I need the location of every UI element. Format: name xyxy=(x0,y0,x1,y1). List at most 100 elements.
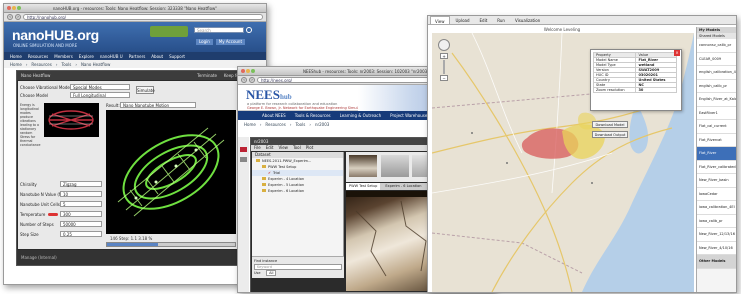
tree-item-label: Experim - 4 Location xyxy=(268,177,305,181)
nav-nanohub-u[interactable]: nanoHUB U xyxy=(100,54,123,59)
model-list-item[interactable]: english_calibration_4EI xyxy=(697,66,736,80)
search-icon[interactable] xyxy=(246,27,252,33)
menu-view[interactable]: View xyxy=(278,145,288,151)
nav-support[interactable]: Support xyxy=(169,54,185,59)
tab-visualization[interactable]: Visualization xyxy=(511,16,544,24)
chirality-select[interactable]: Zigzag xyxy=(60,181,102,187)
tab-view[interactable]: View xyxy=(430,16,450,24)
folder-icon xyxy=(262,165,266,168)
sidebar-icon[interactable] xyxy=(240,147,247,152)
tree-item[interactable]: Experim - 6 Location xyxy=(252,188,343,194)
model-list-item[interactable]: english_calib_pr xyxy=(697,79,736,93)
tab-upload[interactable]: Upload xyxy=(452,16,474,24)
unit-cells-field[interactable]: 5 xyxy=(60,201,102,207)
tree-item-label: NEES-2011-PWW_Experim... xyxy=(262,159,312,163)
breadcrumb-resources[interactable]: Resources xyxy=(31,62,51,67)
nanohub-logo[interactable]: nanoHUB.org xyxy=(12,27,99,43)
nav-about[interactable]: About xyxy=(151,54,163,59)
close-icon[interactable]: × xyxy=(674,50,680,56)
nav-members[interactable]: Members xyxy=(54,54,73,59)
nav-explore[interactable]: Explore xyxy=(79,54,94,59)
n-value-field[interactable]: 10 xyxy=(60,191,102,197)
nees-logo[interactable]: NEEShub xyxy=(246,87,292,103)
submodel-select[interactable]: Full Longitudinal xyxy=(70,92,130,98)
model-list-item[interactable]: Other Models xyxy=(697,255,736,269)
model-list-item[interactable]: New_River_4/10/16 xyxy=(697,241,736,255)
menu-edit[interactable]: Edit xyxy=(266,145,274,151)
steps-field[interactable]: 50000 xyxy=(60,221,102,227)
table-cell: 30 xyxy=(635,87,677,93)
breadcrumb-resources[interactable]: Resources xyxy=(265,122,285,127)
simulate-button[interactable]: Simulate xyxy=(136,86,155,94)
forward-icon[interactable]: › xyxy=(15,14,21,20)
model-list-item[interactable]: iowa_calibration_4EI xyxy=(697,201,736,215)
model-list-item[interactable]: IowaCedar xyxy=(697,187,736,201)
search-input[interactable]: Search xyxy=(194,27,244,33)
back-icon[interactable]: ‹ xyxy=(241,77,247,83)
breadcrumb-home[interactable]: Home xyxy=(244,122,256,127)
breadcrumb-tools[interactable]: Tools xyxy=(61,62,71,67)
terminate-button[interactable]: Terminate xyxy=(197,71,217,80)
model-list-item[interactable]: CLEAR_0009 xyxy=(697,52,736,66)
nav-about-nees[interactable]: About NEES xyxy=(262,113,286,118)
model-list-item[interactable]: cannonsv_calib_pr xyxy=(697,39,736,53)
form-row: Number of Steps 50000 xyxy=(20,221,104,228)
model-list-item[interactable]: EastRiver1 xyxy=(697,106,736,120)
model-list-item[interactable]: Flat_Rivercat xyxy=(697,133,736,147)
find-use[interactable]: Use xyxy=(254,271,261,275)
tab-location[interactable]: Experim - 6 Location xyxy=(382,183,424,190)
window-title: nanoHUB.org - resources: Tools: Nano Hea… xyxy=(52,6,218,11)
result-select[interactable]: Nano Nanotube Motion xyxy=(120,102,196,108)
manage-link[interactable]: Manage (Internal) xyxy=(21,255,57,260)
zoom-in-button[interactable]: + xyxy=(440,53,448,59)
thumbnail[interactable] xyxy=(381,155,409,177)
menu-plot[interactable]: Plot xyxy=(306,145,314,151)
model-list-item[interactable]: iowa_calib_pr xyxy=(697,214,736,228)
map-canvas[interactable]: + − × Property Value Model Name Flat_Rive… xyxy=(432,33,694,292)
step-size-field[interactable]: 0.25 xyxy=(60,231,102,237)
nanotube-thumbnail[interactable] xyxy=(44,103,99,137)
breadcrumb-tool[interactable]: nr2003 xyxy=(315,122,329,127)
thumbnail[interactable] xyxy=(349,155,377,177)
login-link[interactable]: Login xyxy=(196,39,213,45)
nav-warehouse[interactable]: Project Warehouse xyxy=(390,113,427,118)
model-list-item[interactable]: Flat_River xyxy=(697,147,736,161)
nav-learning[interactable]: Learning & Outreach xyxy=(340,113,381,118)
temperature-slider[interactable] xyxy=(48,213,58,216)
download-model-button[interactable]: Download Model xyxy=(592,121,628,128)
model-list-item[interactable]: New_River_12/13/16 xyxy=(697,228,736,242)
address-bar[interactable]: http://nanohub.org/ xyxy=(23,14,263,20)
nanohub-titlebar[interactable]: nanoHUB.org - resources: Tools: Nano Hea… xyxy=(4,4,266,13)
model-list-item[interactable]: Flat_cal_current xyxy=(697,120,736,134)
temperature-field[interactable]: 300 xyxy=(60,211,102,217)
nanotube-viewer[interactable] xyxy=(106,110,236,234)
find-all[interactable]: All xyxy=(266,270,277,276)
nav-resources[interactable]: Resources xyxy=(28,54,48,59)
folder-icon xyxy=(256,159,260,162)
breadcrumb-home[interactable]: Home xyxy=(10,62,22,67)
model-select[interactable]: Special Modes xyxy=(70,84,130,90)
tab-edit[interactable]: Edit xyxy=(476,16,492,24)
breadcrumb-tool[interactable]: Nano Heatflow xyxy=(81,62,110,67)
download-output-button[interactable]: Download Output xyxy=(592,131,628,138)
model-list-item[interactable]: English_River_at_Kalon xyxy=(697,93,736,107)
nav-home[interactable]: Home xyxy=(10,54,22,59)
menu-tool[interactable]: Tool xyxy=(293,145,301,151)
breadcrumb-tools[interactable]: Tools xyxy=(295,122,305,127)
nanotube-mini-svg xyxy=(48,110,94,130)
my-account-link[interactable]: My Account xyxy=(215,39,246,45)
zoom-slider[interactable] xyxy=(443,60,445,74)
nav-partners[interactable]: Partners xyxy=(129,54,146,59)
back-icon[interactable]: ‹ xyxy=(7,14,13,20)
model-list-item[interactable]: Flat_River_calibrated xyxy=(697,160,736,174)
nav-tools[interactable]: Tools & Resources xyxy=(295,113,331,118)
tab-run[interactable]: Run xyxy=(493,16,509,24)
tab-test-setup[interactable]: PWW Test Setup xyxy=(346,183,381,190)
promo-banner[interactable] xyxy=(150,26,188,37)
pan-control-icon[interactable] xyxy=(438,39,450,51)
sidebar-icon[interactable] xyxy=(240,157,247,162)
model-list-item[interactable]: New_River_basin xyxy=(697,174,736,188)
menu-file[interactable]: File xyxy=(254,145,261,151)
zoom-out-button[interactable]: − xyxy=(440,75,448,81)
forward-icon[interactable]: › xyxy=(249,77,255,83)
